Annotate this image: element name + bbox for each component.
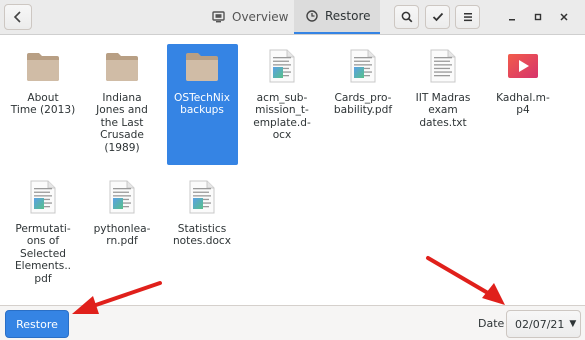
document-file-icon bbox=[264, 48, 300, 88]
file-item[interactable]: Cards_pro-bability.pdf bbox=[328, 48, 398, 117]
file-name-label: Cards_pro-bability.pdf bbox=[333, 91, 393, 117]
tab-restore[interactable]: Restore bbox=[294, 0, 380, 34]
file-name-label: IIT Madras exam dates.txt bbox=[415, 91, 471, 129]
back-button[interactable] bbox=[4, 4, 32, 30]
header-bar: Overview Restore bbox=[0, 0, 585, 35]
date-label: Date bbox=[478, 317, 505, 330]
file-name-label: OSTechNix backups bbox=[174, 91, 230, 117]
folder-item[interactable]: Indiana Jones and the Last Crusade (1989) bbox=[87, 48, 157, 154]
restore-button[interactable]: Restore bbox=[5, 310, 69, 338]
minimize-icon bbox=[509, 19, 515, 21]
annotation-arrow-date bbox=[426, 256, 505, 305]
chevron-left-icon bbox=[13, 11, 21, 23]
date-dropdown[interactable]: 02/07/21 ▼ bbox=[506, 310, 581, 338]
file-item[interactable]: pythonlea-rn.pdf bbox=[87, 179, 157, 248]
folder-item[interactable]: OSTechNix backups bbox=[167, 48, 237, 117]
close-icon bbox=[560, 13, 568, 21]
file-item[interactable]: Statistics notes.docx bbox=[167, 179, 237, 248]
checkmark-icon bbox=[432, 12, 443, 22]
minimize-button[interactable] bbox=[504, 9, 520, 25]
file-item[interactable]: Permutati-ons of Selected Elements.. pdf bbox=[8, 179, 78, 285]
search-button[interactable] bbox=[394, 5, 419, 29]
folder-icon bbox=[25, 48, 61, 88]
close-button[interactable] bbox=[556, 9, 572, 25]
file-name-label: Indiana Jones and the Last Crusade (1989) bbox=[96, 91, 148, 154]
text-file-icon bbox=[425, 48, 461, 88]
screen-icon bbox=[212, 11, 225, 23]
tab-restore-label: Restore bbox=[325, 9, 371, 23]
pdf-file-icon bbox=[345, 48, 381, 88]
file-item[interactable]: IIT Madras exam dates.txt bbox=[408, 48, 478, 129]
dropdown-arrow-icon: ▼ bbox=[569, 319, 577, 329]
menu-button[interactable] bbox=[455, 5, 480, 29]
file-name-label: Statistics notes.docx bbox=[172, 222, 232, 248]
maximize-button[interactable] bbox=[530, 9, 546, 25]
file-name-label: Permutati-ons of Selected Elements.. pdf bbox=[14, 222, 72, 285]
maximize-icon bbox=[534, 13, 542, 21]
file-name-label: acm_sub-mission_t-emplate.d-ocx bbox=[253, 91, 311, 142]
date-value: 02/07/21 bbox=[515, 317, 565, 331]
footer-bar: Restore Date 02/07/21 ▼ bbox=[0, 305, 585, 340]
file-name-label: pythonlea-rn.pdf bbox=[93, 222, 151, 248]
pdf-file-icon bbox=[104, 179, 140, 219]
folder-item[interactable]: About Time (2013) bbox=[8, 48, 78, 117]
file-name-label: Kadhal.m-p4 bbox=[496, 91, 550, 117]
hamburger-menu-icon bbox=[463, 13, 472, 22]
document-file-icon bbox=[184, 179, 220, 219]
file-name-label: About Time (2013) bbox=[10, 91, 76, 117]
search-icon bbox=[401, 11, 412, 23]
select-mode-button[interactable] bbox=[425, 5, 450, 29]
video-file-icon bbox=[505, 48, 541, 88]
tab-overview-label: Overview bbox=[232, 10, 289, 24]
pdf-file-icon bbox=[25, 179, 61, 219]
folder-icon bbox=[184, 48, 220, 88]
tab-overview[interactable]: Overview bbox=[200, 0, 294, 34]
folder-icon bbox=[104, 48, 140, 88]
file-item[interactable]: Kadhal.m-p4 bbox=[488, 48, 558, 117]
file-item[interactable]: acm_sub-mission_t-emplate.d-ocx bbox=[247, 48, 317, 142]
clock-icon bbox=[306, 10, 318, 22]
